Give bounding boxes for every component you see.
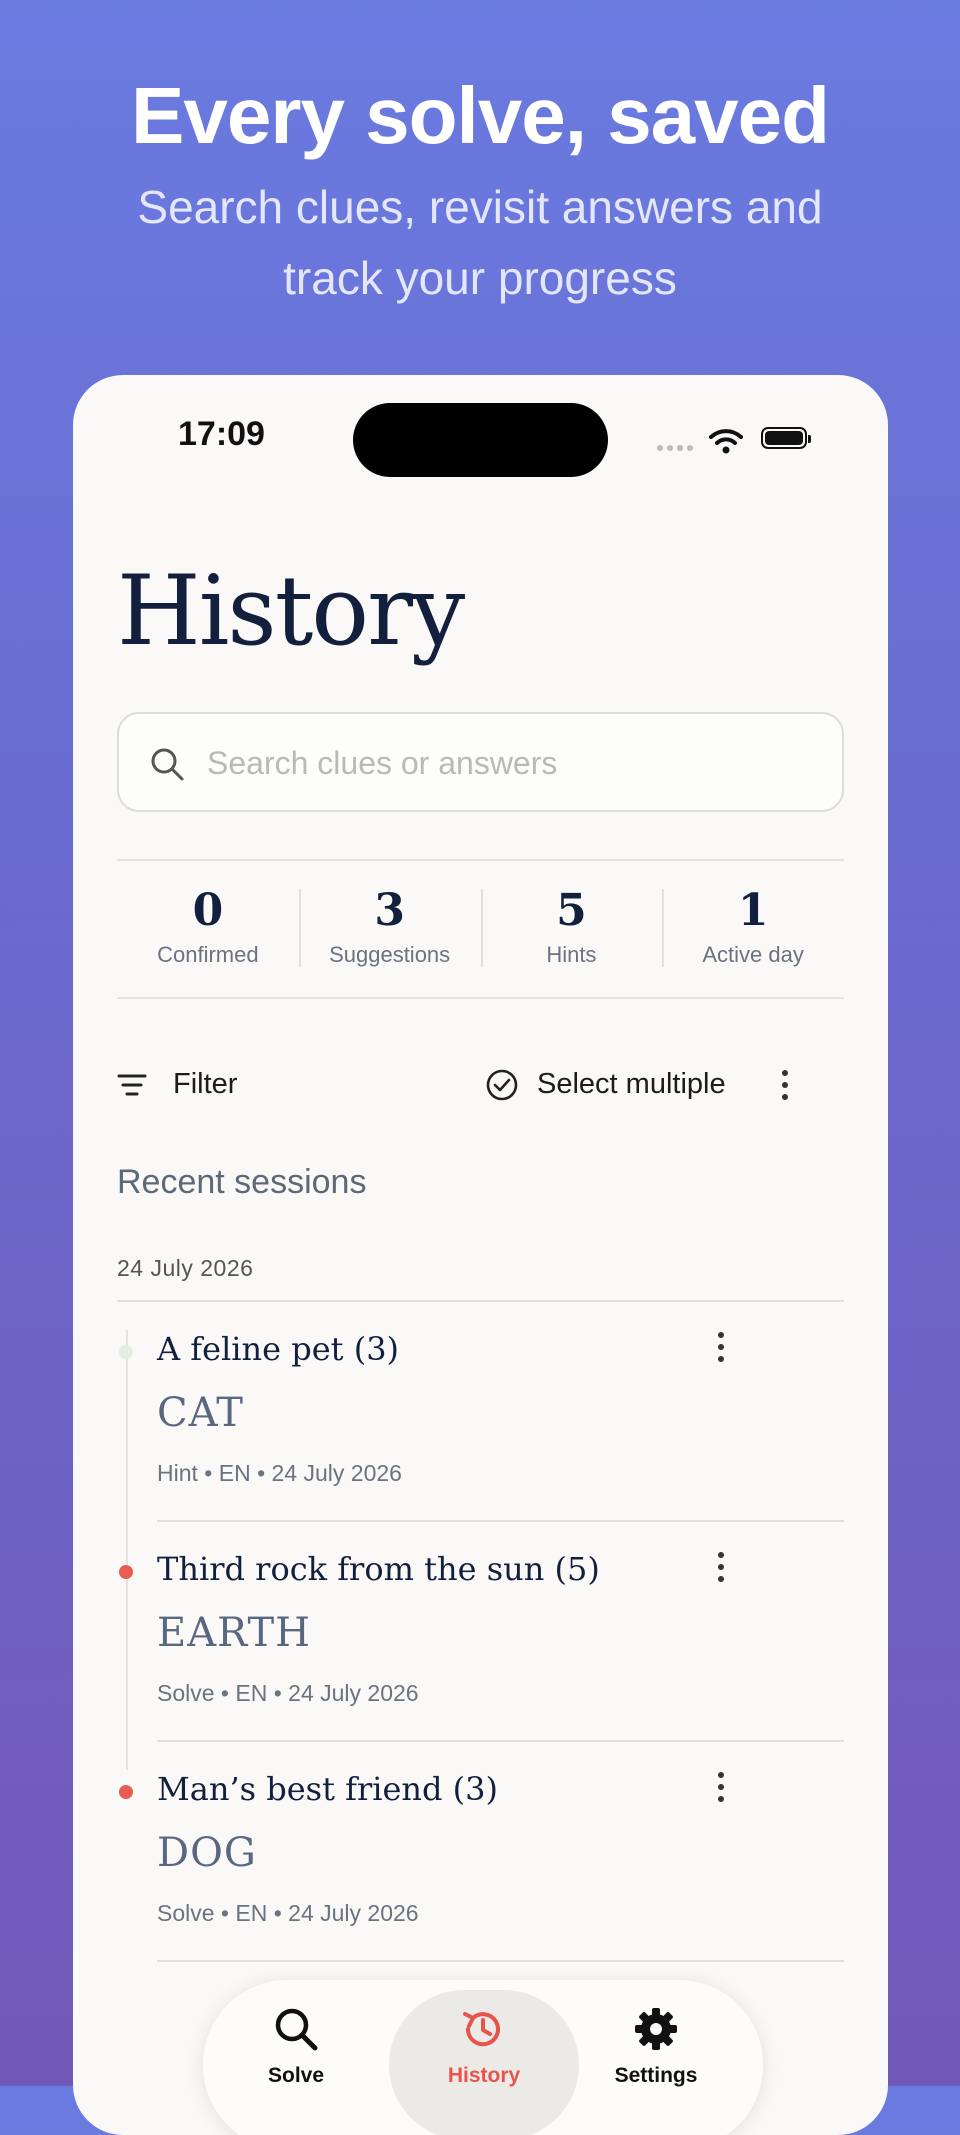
timeline-dot — [119, 1785, 133, 1799]
divider — [157, 1960, 844, 1962]
select-multiple-button[interactable]: Select multiple — [537, 1068, 726, 1101]
entry-answer: EARTH — [157, 1610, 312, 1656]
entry-answer: DOG — [157, 1830, 257, 1876]
stat-active-day: 1 Active day — [662, 861, 844, 997]
tab-bar: Solve History Settings — [203, 1980, 763, 2135]
stat-suggestions: 3 Suggestions — [298, 861, 481, 997]
tab-settings[interactable]: Settings — [563, 1980, 749, 2135]
phone-frame: 17:09 History Search clues or answers 0 … — [73, 375, 888, 2135]
promo-headline: Every solve, saved — [130, 71, 830, 160]
status-time: 17:09 — [178, 415, 265, 453]
tab-label: History — [447, 2064, 521, 2087]
history-entry[interactable]: Third rock from the sun (5) EARTH Solve … — [117, 1522, 844, 1742]
tab-solve[interactable]: Solve — [203, 1980, 389, 2135]
stat-label: Confirmed — [157, 942, 259, 967]
history-toolbar: Filter Select multiple — [117, 1060, 844, 1110]
entry-meta: Solve • EN • 24 July 2026 — [157, 1900, 419, 1926]
tab-label: Settings — [614, 2064, 698, 2087]
stat-value: 3 — [374, 885, 405, 936]
promo-header: Every solve, saved Search clues, revisit… — [0, 72, 960, 314]
date-header: 24 July 2026 — [117, 1255, 254, 1281]
tab-label: Solve — [267, 2064, 325, 2087]
stat-value: 1 — [737, 885, 769, 936]
dynamic-island — [353, 403, 608, 477]
page-title: History — [117, 555, 465, 667]
entry-meta: Hint • EN • 24 July 2026 — [157, 1460, 402, 1486]
stat-label: Hints — [546, 942, 597, 967]
entry-more-icon[interactable] — [717, 1772, 725, 1804]
more-options-icon[interactable] — [781, 1070, 789, 1102]
filter-icon[interactable] — [117, 1072, 147, 1098]
entry-more-icon[interactable] — [717, 1332, 725, 1364]
entry-more-icon[interactable] — [717, 1552, 725, 1584]
history-entry[interactable]: Man’s best friend (3) DOG Solve • EN • 2… — [117, 1742, 844, 1962]
wifi-icon — [709, 429, 743, 454]
gear-icon — [635, 2008, 677, 2050]
search-icon — [151, 748, 184, 781]
check-circle-icon[interactable] — [485, 1068, 519, 1102]
search-icon — [275, 2008, 318, 2051]
timeline-dot — [119, 1565, 133, 1579]
tab-history[interactable]: History — [377, 1980, 579, 2135]
timeline-dot — [119, 1345, 133, 1359]
promo-subhead: Search clues, revisit answers and track … — [137, 181, 823, 304]
history-entry[interactable]: A feline pet (3) CAT Hint • EN • 24 July… — [117, 1302, 844, 1522]
stat-hints: 5 Hints — [480, 861, 663, 997]
cellular-signal-icon — [657, 445, 693, 451]
stat-value: 5 — [556, 885, 587, 936]
history-icon — [463, 2012, 500, 2047]
stat-label: Suggestions — [329, 942, 451, 967]
entry-clue: Third rock from the sun (5) — [157, 1550, 600, 1588]
stats-row: 0 Confirmed 3 Suggestions 5 Hints 1 Acti… — [117, 859, 844, 999]
entry-meta: Solve • EN • 24 July 2026 — [157, 1680, 419, 1706]
search-input[interactable]: Search clues or answers — [117, 712, 844, 812]
search-placeholder: Search clues or answers — [207, 745, 558, 781]
section-title: Recent sessions — [117, 1163, 367, 1201]
entry-answer: CAT — [157, 1390, 244, 1436]
filter-button[interactable]: Filter — [173, 1068, 237, 1101]
stat-label: Active day — [702, 942, 804, 967]
stat-value: 0 — [192, 885, 224, 936]
entry-clue: A feline pet (3) — [157, 1330, 400, 1368]
battery-icon — [761, 427, 811, 449]
entry-clue: Man’s best friend (3) — [157, 1770, 498, 1808]
stat-confirmed: 0 Confirmed — [117, 861, 299, 997]
